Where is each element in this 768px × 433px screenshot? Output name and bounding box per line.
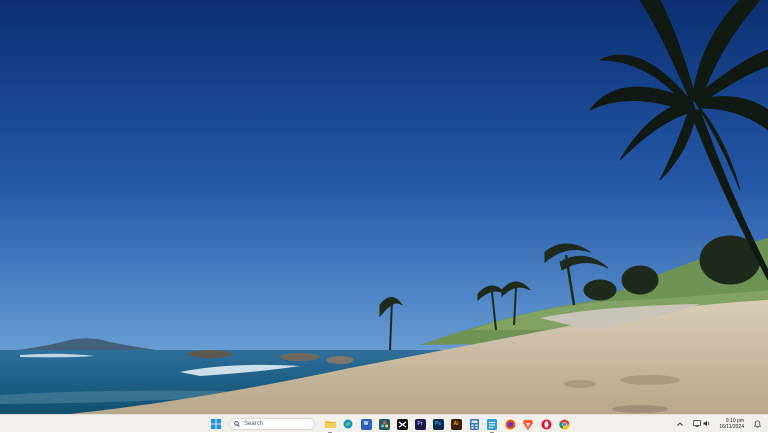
volume-icon <box>703 420 710 427</box>
start-button[interactable] <box>209 417 223 431</box>
taskbar-app-capcut[interactable] <box>395 417 409 431</box>
wifi-icon <box>693 420 702 427</box>
opera-icon <box>541 419 551 429</box>
chrome-icon <box>558 419 569 429</box>
photoshop-icon: Ps <box>432 418 444 430</box>
word-icon: W <box>360 418 372 430</box>
taskbar-search-box[interactable]: Search <box>229 418 315 430</box>
taskbar-app-firefox[interactable] <box>503 417 517 431</box>
illustrator-icon: Ai <box>450 418 462 430</box>
taskbar-app-photoshop[interactable]: Ps <box>431 417 445 431</box>
calculator-icon <box>469 418 479 430</box>
taskbar: Search W Pr Ps Ai 9:10 pm 16/11/2024 <box>0 414 768 433</box>
system-tray: 9:10 pm 16/11/2024 <box>673 415 764 432</box>
search-icon <box>234 421 240 427</box>
tray-overflow-button[interactable] <box>673 417 687 431</box>
resolve-icon <box>378 418 390 430</box>
taskbar-app-file-explorer[interactable] <box>323 417 337 433</box>
brave-icon <box>523 419 533 430</box>
taskbar-app-brave[interactable] <box>521 417 535 431</box>
chevron-up-icon <box>677 421 684 426</box>
taskbar-app-calculator[interactable] <box>467 417 481 431</box>
taskbar-app-notepad[interactable] <box>485 417 499 433</box>
edge-icon <box>343 419 353 429</box>
taskbar-app-edge[interactable] <box>341 417 355 431</box>
notepad-icon <box>487 418 497 430</box>
notification-button[interactable] <box>750 417 764 431</box>
clock-date: 16/11/2024 <box>719 423 744 430</box>
notification-bell-icon <box>753 419 761 428</box>
folder-icon <box>324 421 336 428</box>
search-label: Search <box>244 421 264 427</box>
taskbar-pinned-area: Search W Pr Ps Ai <box>209 417 571 433</box>
capcut-icon <box>396 418 408 430</box>
quick-settings-button[interactable] <box>691 417 713 431</box>
taskbar-app-premiere-pro[interactable]: Pr <box>413 417 427 431</box>
firefox-icon <box>505 419 515 429</box>
taskbar-app-opera[interactable] <box>539 417 553 431</box>
taskbar-app-davinci-resolve[interactable] <box>377 417 391 431</box>
taskbar-app-word[interactable]: W <box>359 417 373 431</box>
taskbar-app-chrome[interactable] <box>557 417 571 431</box>
premiere-icon: Pr <box>414 418 426 430</box>
windows-logo-icon <box>211 419 221 429</box>
taskbar-app-illustrator[interactable]: Ai <box>449 417 463 431</box>
taskbar-clock[interactable]: 9:10 pm 16/11/2024 <box>719 418 744 430</box>
desktop-wallpaper <box>0 0 768 414</box>
